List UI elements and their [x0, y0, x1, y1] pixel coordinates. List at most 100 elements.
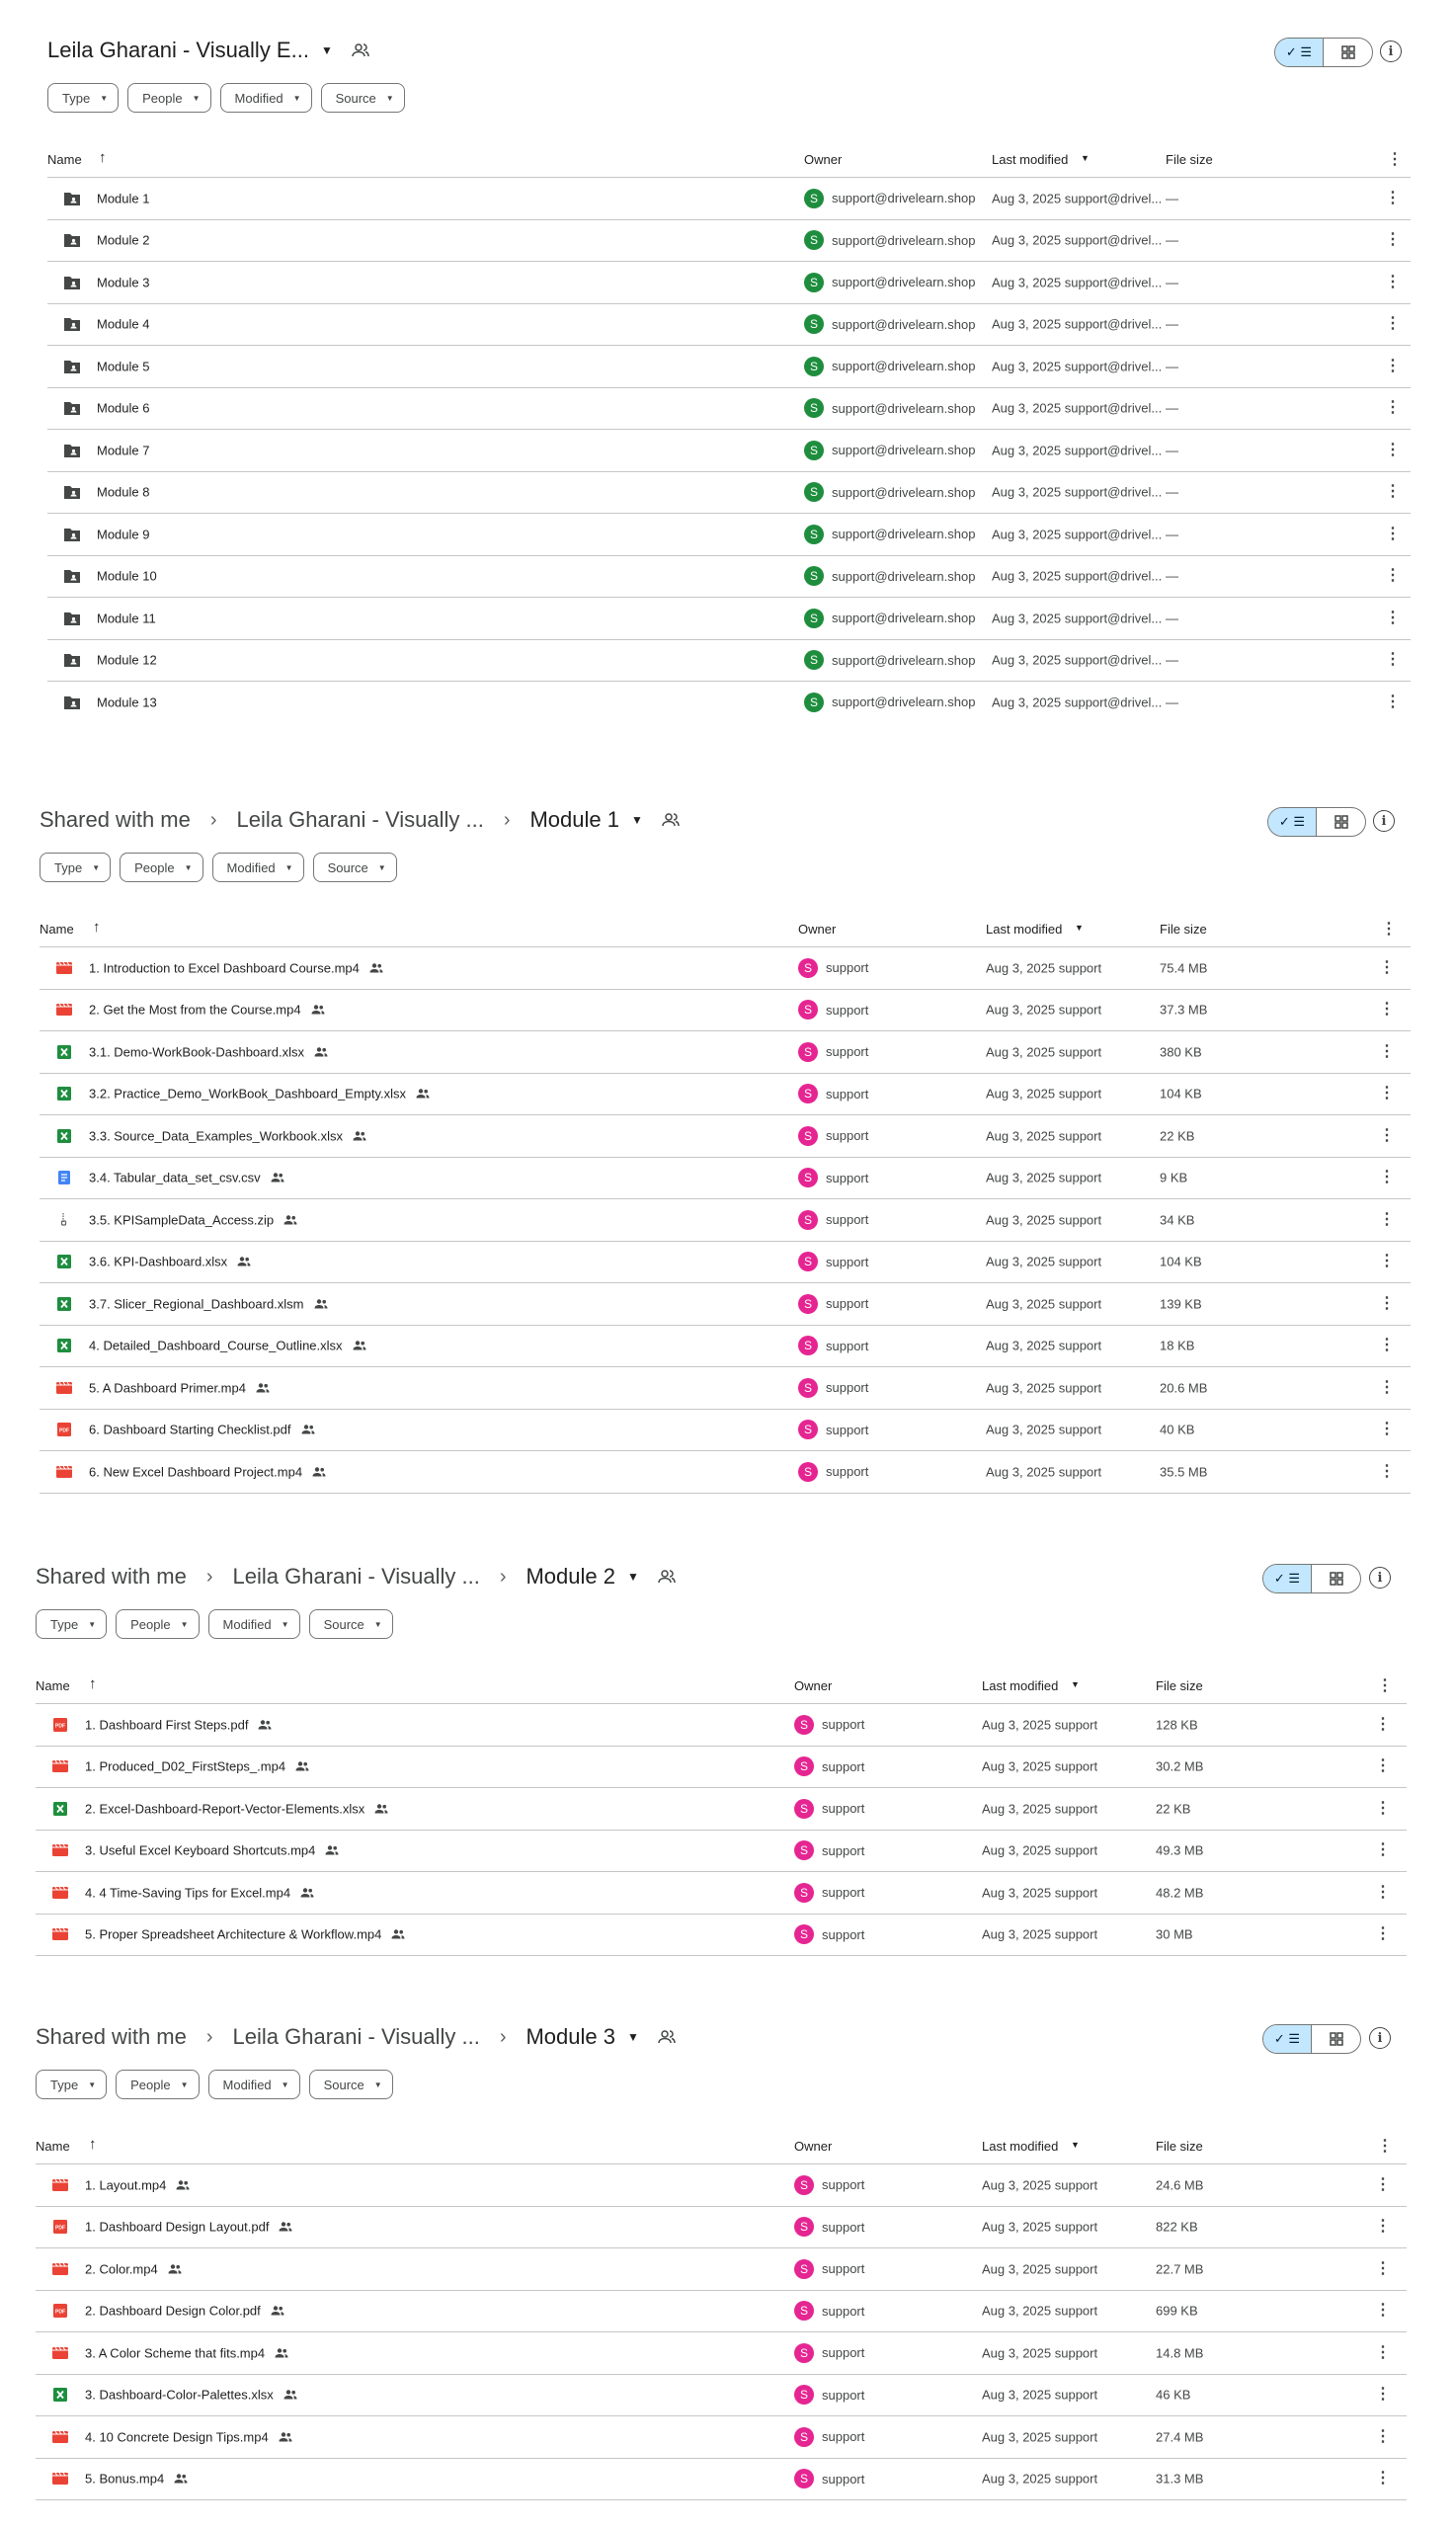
view-toggle[interactable]: ✓ ☰	[1274, 38, 1373, 67]
table-row[interactable]: Module 12 Ssupport@drivelearn.shop Aug 3, …	[47, 640, 1411, 682]
modified-filter[interactable]: Modified ▼	[207, 2070, 300, 2099]
file-name[interactable]: Module 1	[97, 191, 149, 205]
people-filter[interactable]: People ▼	[116, 1609, 200, 1639]
file-name[interactable]: Module 3	[97, 275, 149, 289]
name-column-header[interactable]: Name	[36, 2139, 70, 2154]
more-actions-icon[interactable]: ⋮	[1373, 2471, 1393, 2487]
grid-view-button[interactable]	[1312, 1565, 1360, 1592]
more-actions-icon[interactable]: ⋮	[1383, 190, 1403, 206]
size-column-header[interactable]: File size	[1166, 152, 1213, 167]
file-name[interactable]: 4. 4 Time-Saving Tips for Excel.mp4	[85, 1885, 314, 1900]
info-icon[interactable]: i	[1373, 810, 1395, 832]
file-name[interactable]: 5. Bonus.mp4	[85, 2472, 188, 2487]
table-row[interactable]: Module 11 Ssupport@drivelearn.shop Aug 3, …	[47, 598, 1411, 640]
table-row[interactable]: 3.7. Slicer_Regional_Dashboard.xlsm Ssupp…	[40, 1283, 1411, 1326]
table-row[interactable]: PDF 1. Dashboard Design Layout.pdf Ssuppor…	[36, 2207, 1407, 2248]
more-actions-icon[interactable]: ⋮	[1383, 232, 1403, 248]
file-name[interactable]: Module 12	[97, 653, 157, 668]
more-actions-icon[interactable]: ⋮	[1377, 959, 1397, 976]
more-actions-icon[interactable]: ⋮	[1373, 2260, 1393, 2277]
more-actions-icon[interactable]: ⋮	[1383, 316, 1403, 332]
file-name[interactable]: 3. Useful Excel Keyboard Shortcuts.mp4	[85, 1843, 339, 1858]
more-actions-icon[interactable]: ⋮	[1383, 274, 1403, 290]
more-options-icon[interactable]: ⋮	[1377, 1675, 1393, 1695]
source-filter[interactable]: Source ▼	[308, 1609, 393, 1639]
view-toggle[interactable]: ✓ ☰	[1262, 1564, 1361, 1593]
file-name[interactable]: Module 5	[97, 359, 149, 373]
file-name[interactable]: 6. Dashboard Starting Checklist.pdf	[89, 1423, 315, 1437]
file-name[interactable]: 6. New Excel Dashboard Project.mp4	[89, 1464, 326, 1479]
grid-view-button[interactable]	[1317, 808, 1365, 836]
breadcrumb-current-folder[interactable]: Module 3	[526, 2024, 615, 2050]
size-column-header[interactable]: File size	[1156, 1678, 1203, 1693]
more-actions-icon[interactable]: ⋮	[1377, 1043, 1397, 1060]
table-row[interactable]: Module 10 Ssupport@drivelearn.shop Aug 3, …	[47, 556, 1411, 598]
more-actions-icon[interactable]: ⋮	[1377, 1338, 1397, 1353]
type-filter[interactable]: Type ▼	[36, 1609, 108, 1639]
file-name[interactable]: 3.4. Tabular_data_set_csv.csv	[89, 1171, 284, 1185]
file-name[interactable]: Module 11	[97, 611, 156, 625]
file-name[interactable]: 3.5. KPISampleData_Access.zip	[89, 1212, 297, 1227]
people-filter[interactable]: People ▼	[120, 853, 203, 882]
sort-up-icon[interactable]: ↑	[89, 2136, 97, 2153]
more-actions-icon[interactable]: ⋮	[1377, 1254, 1397, 1269]
more-actions-icon[interactable]: ⋮	[1373, 2387, 1393, 2403]
more-actions-icon[interactable]: ⋮	[1377, 1086, 1397, 1101]
table-row[interactable]: 3.1. Demo-WorkBook-Dashboard.xlsx Ssuppor…	[40, 1031, 1411, 1074]
more-actions-icon[interactable]: ⋮	[1373, 1926, 1393, 1942]
size-column-header[interactable]: File size	[1156, 2139, 1203, 2154]
file-name[interactable]: Module 9	[97, 527, 149, 541]
more-actions-icon[interactable]: ⋮	[1383, 568, 1403, 584]
table-row[interactable]: Module 4 Ssupport@drivelearn.shop Aug 3, 2…	[47, 304, 1411, 346]
type-filter[interactable]: Type ▼	[36, 2070, 108, 2099]
table-row[interactable]: 1. Produced_D02_FirstSteps_.mp4 Ssupport A…	[36, 1747, 1407, 1788]
modified-filter[interactable]: Modified ▼	[211, 853, 304, 882]
table-row[interactable]: 6. New Excel Dashboard Project.mp4 Ssuppo…	[40, 1451, 1411, 1494]
file-name[interactable]: Module 6	[97, 401, 149, 416]
table-row[interactable]: 5. A Dashboard Primer.mp4 Ssupport Aug 3, …	[40, 1367, 1411, 1410]
more-actions-icon[interactable]: ⋮	[1377, 1127, 1397, 1144]
table-row[interactable]: Module 9 Ssupport@drivelearn.shop Aug 3, 2…	[47, 514, 1411, 556]
folder-title[interactable]: Leila Gharani - Visually E... ▼	[47, 26, 370, 75]
more-actions-icon[interactable]: ⋮	[1373, 2303, 1393, 2319]
table-row[interactable]: Module 7 Ssupport@drivelearn.shop Aug 3, 2…	[47, 430, 1411, 472]
breadcrumb-parent-folder[interactable]: Leila Gharani - Visually ...	[237, 807, 484, 833]
people-filter[interactable]: People ▼	[116, 2070, 200, 2099]
file-name[interactable]: 2. Color.mp4	[85, 2261, 182, 2276]
table-row[interactable]: 3.2. Practice_Demo_WorkBook_Dashboard_Em…	[40, 1074, 1411, 1115]
info-icon[interactable]: i	[1369, 1567, 1391, 1589]
name-column-header[interactable]: Name	[40, 922, 74, 937]
more-actions-icon[interactable]: ⋮	[1383, 610, 1403, 626]
info-icon[interactable]: i	[1380, 41, 1402, 62]
table-row[interactable]: 4. 4 Time-Saving Tips for Excel.mp4 Ssupp…	[36, 1872, 1407, 1915]
file-name[interactable]: 4. 10 Concrete Design Tips.mp4	[85, 2429, 292, 2444]
more-actions-icon[interactable]: ⋮	[1373, 1716, 1393, 1733]
more-actions-icon[interactable]: ⋮	[1377, 1463, 1397, 1480]
breadcrumb-current-folder[interactable]: Module 1	[529, 807, 619, 833]
type-filter[interactable]: Type ▼	[47, 83, 120, 113]
more-actions-icon[interactable]: ⋮	[1373, 1884, 1393, 1901]
table-row[interactable]: 2. Excel-Dashboard-Report-Vector-Element…	[36, 1788, 1407, 1831]
table-row[interactable]: Module 3 Ssupport@drivelearn.shop Aug 3, 2…	[47, 262, 1411, 304]
sort-up-icon[interactable]: ↑	[93, 919, 101, 936]
file-name[interactable]: Module 10	[97, 569, 157, 584]
view-toggle[interactable]: ✓ ☰	[1262, 2024, 1361, 2054]
file-name[interactable]: 3. Dashboard-Color-Palettes.xlsx	[85, 2388, 297, 2403]
name-column-header[interactable]: Name	[47, 152, 82, 167]
owner-column-header[interactable]: Owner	[794, 2139, 832, 2154]
modified-column-header[interactable]: Last modified	[982, 2139, 1058, 2154]
list-view-button[interactable]: ✓ ☰	[1275, 39, 1325, 66]
people-filter[interactable]: People ▼	[127, 83, 211, 113]
file-name[interactable]: 1. Layout.mp4	[85, 2177, 190, 2192]
more-options-icon[interactable]: ⋮	[1377, 2136, 1393, 2156]
file-name[interactable]: 5. Proper Spreadsheet Architecture & Wor…	[85, 1927, 405, 1942]
source-filter[interactable]: Source ▼	[312, 853, 397, 882]
more-options-icon[interactable]: ⋮	[1381, 919, 1397, 938]
grid-view-button[interactable]	[1324, 39, 1372, 66]
table-row[interactable]: 1. Introduction to Excel Dashboard Cours…	[40, 947, 1411, 990]
modified-column-header[interactable]: Last modified	[982, 1678, 1058, 1693]
more-actions-icon[interactable]: ⋮	[1383, 693, 1403, 710]
more-actions-icon[interactable]: ⋮	[1383, 484, 1403, 500]
owner-column-header[interactable]: Owner	[804, 152, 842, 167]
file-name[interactable]: 5. A Dashboard Primer.mp4	[89, 1380, 270, 1395]
